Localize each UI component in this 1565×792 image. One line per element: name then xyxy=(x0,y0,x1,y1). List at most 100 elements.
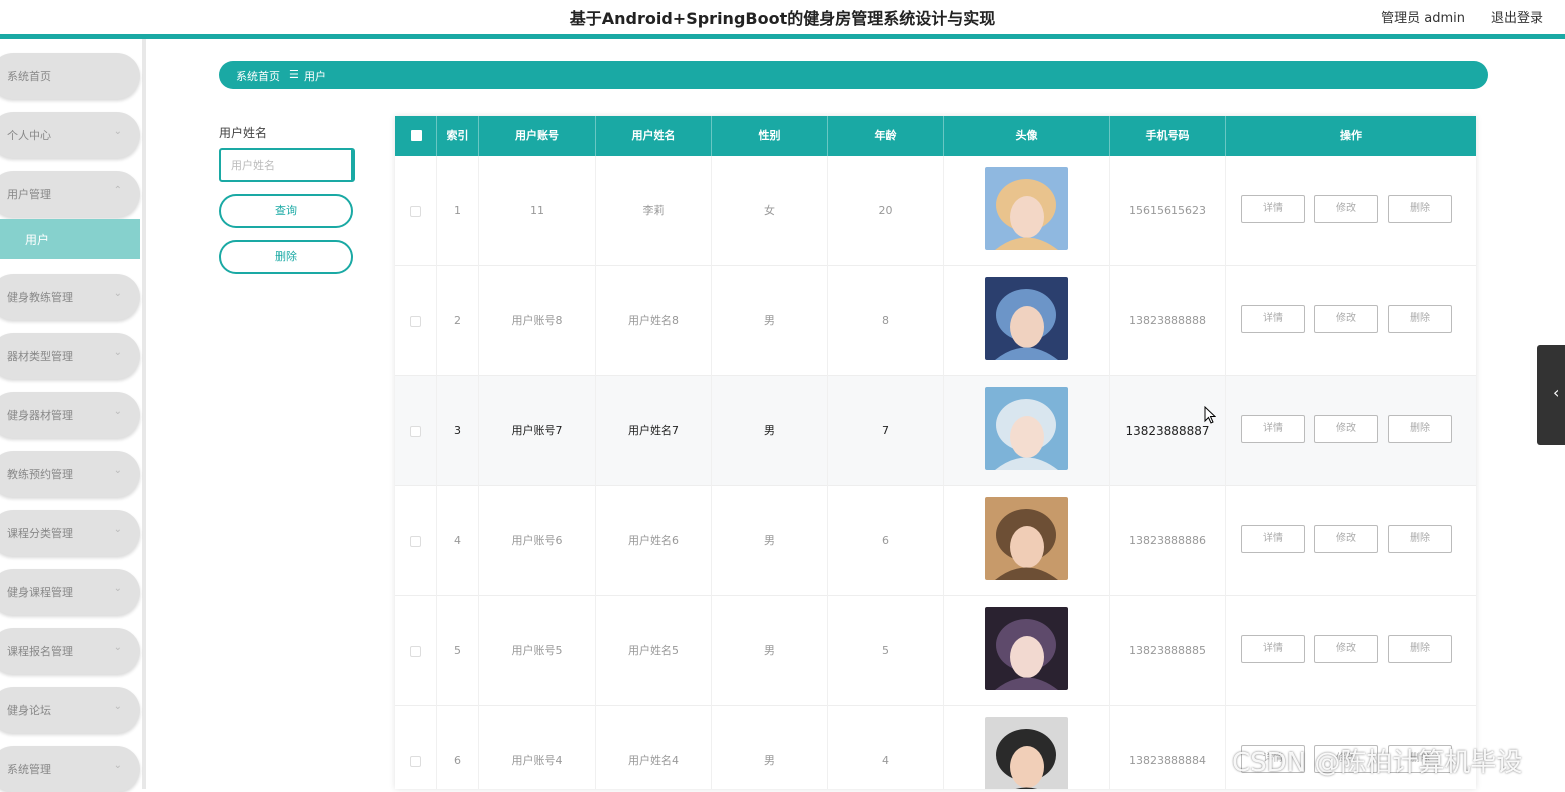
sidebar-item-course-signup[interactable]: 课程报名管理 ⌄ xyxy=(0,628,140,674)
column-header-index: 索引 xyxy=(437,116,479,156)
breadcrumb-separator-icon: ☰ xyxy=(289,68,299,81)
delete-button[interactable]: 删除 xyxy=(1388,305,1452,333)
edit-button[interactable]: 修改 xyxy=(1314,195,1378,223)
cell-index: 2 xyxy=(437,266,479,376)
sidebar-item-label: 用户管理 xyxy=(7,188,51,201)
cell-gender: 男 xyxy=(712,376,828,486)
sidebar-item-label: 个人中心 xyxy=(7,129,51,142)
mouse-cursor-icon xyxy=(1204,406,1216,424)
column-header-phone: 手机号码 xyxy=(1110,116,1226,156)
cell-gender: 男 xyxy=(712,266,828,376)
logout-link[interactable]: 退出登录 xyxy=(1491,7,1543,26)
row-checkbox[interactable] xyxy=(410,756,421,767)
watermark: CSDN @陈柏计算机毕设 xyxy=(1232,748,1523,778)
cell-gender: 男 xyxy=(712,486,828,596)
row-checkbox[interactable] xyxy=(410,646,421,657)
cell-name: 用户姓名6 xyxy=(596,486,712,596)
detail-button[interactable]: 详情 xyxy=(1241,305,1305,333)
cell-select xyxy=(395,596,437,706)
chevron-down-icon: ⌄ xyxy=(113,701,122,712)
edit-button[interactable]: 修改 xyxy=(1314,635,1378,663)
row-checkbox[interactable] xyxy=(410,426,421,437)
sidebar-item-label: 器材类型管理 xyxy=(7,350,73,363)
cell-index: 1 xyxy=(437,156,479,266)
search-input[interactable] xyxy=(219,148,355,182)
edit-button[interactable]: 修改 xyxy=(1314,305,1378,333)
breadcrumb: 系统首页 ☰ 用户 xyxy=(219,61,1488,89)
cell-select xyxy=(395,376,437,486)
chevron-left-icon: ‹ xyxy=(1553,383,1560,402)
search-label: 用户姓名 xyxy=(219,126,268,140)
cell-gender: 男 xyxy=(712,706,828,789)
cell-account: 用户账号6 xyxy=(479,486,596,596)
breadcrumb-home[interactable]: 系统首页 xyxy=(236,68,280,84)
sidebar-item-equipment-type[interactable]: 器材类型管理 ⌄ xyxy=(0,333,140,379)
sidebar-item-system-management[interactable]: 系统管理 ⌄ xyxy=(0,746,140,792)
cell-account: 用户账号4 xyxy=(479,706,596,789)
app-title: 基于Android+SpringBoot的健身房管理系统设计与实现 xyxy=(569,9,996,28)
sidebar-subitem-label: 用户 xyxy=(25,233,50,247)
sidebar-item-forum[interactable]: 健身论坛 ⌄ xyxy=(0,687,140,733)
delete-button[interactable]: 删除 xyxy=(1388,635,1452,663)
sidebar-item-coach-management[interactable]: 健身教练管理 ⌄ xyxy=(0,274,140,320)
detail-button[interactable]: 详情 xyxy=(1241,525,1305,553)
sidebar-item-label: 健身论坛 xyxy=(7,704,51,717)
sidebar-item-label: 教练预约管理 xyxy=(7,468,73,481)
sidebar-item-course-category[interactable]: 课程分类管理 ⌄ xyxy=(0,510,140,556)
cell-gender: 男 xyxy=(712,596,828,706)
batch-delete-button[interactable]: 删除 xyxy=(219,240,353,274)
detail-button[interactable]: 详情 xyxy=(1241,195,1305,223)
detail-button[interactable]: 详情 xyxy=(1241,635,1305,663)
column-header-avatar: 头像 xyxy=(944,116,1110,156)
column-header-actions: 操作 xyxy=(1340,129,1362,142)
edit-button[interactable]: 修改 xyxy=(1314,525,1378,553)
cell-age: 4 xyxy=(828,706,944,789)
cell-account: 用户账号8 xyxy=(479,266,596,376)
chevron-down-icon: ⌄ xyxy=(113,126,122,137)
avatar-image xyxy=(985,717,1068,789)
cell-phone: 13823888884 xyxy=(1110,706,1226,789)
sidebar-item-label: 课程分类管理 xyxy=(7,527,73,540)
row-checkbox[interactable] xyxy=(410,316,421,327)
sidebar-item-personal-center[interactable]: 个人中心 ⌄ xyxy=(0,112,140,158)
delete-button[interactable]: 删除 xyxy=(1388,525,1452,553)
cell-age: 8 xyxy=(828,266,944,376)
cell-index: 4 xyxy=(437,486,479,596)
row-checkbox[interactable] xyxy=(410,206,421,217)
sidebar-item-course-management[interactable]: 健身课程管理 ⌄ xyxy=(0,569,140,615)
cell-name: 用户姓名5 xyxy=(596,596,712,706)
row-checkbox[interactable] xyxy=(410,536,421,547)
chevron-down-icon: ⌄ xyxy=(113,760,122,771)
cell-select xyxy=(395,156,437,266)
cell-phone: 13823888885 xyxy=(1110,596,1226,706)
cell-phone: 13823888888 xyxy=(1110,266,1226,376)
select-all-checkbox[interactable] xyxy=(411,130,422,141)
sidebar-item-home[interactable]: 系统首页 xyxy=(0,53,140,99)
chevron-down-icon: ⌄ xyxy=(113,524,122,535)
sidebar-item-user-management[interactable]: 用户管理 ⌃ xyxy=(0,171,140,217)
column-header-account: 用户账号 xyxy=(479,116,596,156)
cell-name: 用户姓名7 xyxy=(596,376,712,486)
sidebar-item-label: 系统首页 xyxy=(7,70,51,83)
sidebar-item-label: 健身课程管理 xyxy=(7,586,73,599)
cell-phone: 13823888887 xyxy=(1110,376,1226,486)
delete-button[interactable]: 删除 xyxy=(1388,415,1452,443)
sidebar-item-coach-booking[interactable]: 教练预约管理 ⌄ xyxy=(0,451,140,497)
query-button[interactable]: 查询 xyxy=(219,194,353,228)
cell-account: 用户账号5 xyxy=(479,596,596,706)
cell-name: 用户姓名8 xyxy=(596,266,712,376)
sidebar-subitem-users[interactable]: 用户 xyxy=(0,219,140,259)
table-row: 4 用户账号6 用户姓名6 男 6 13823888886 详情 修改 删除 xyxy=(395,486,1476,596)
detail-button[interactable]: 详情 xyxy=(1241,415,1305,443)
cell-select xyxy=(395,486,437,596)
side-panel-toggle[interactable]: ‹ xyxy=(1537,345,1565,445)
table-row: 3 用户账号7 用户姓名7 男 7 13823888887 详情 修改 删除 xyxy=(395,376,1476,486)
cell-index: 3 xyxy=(437,376,479,486)
delete-button[interactable]: 删除 xyxy=(1388,195,1452,223)
cell-account: 11 xyxy=(479,156,596,266)
sidebar-item-equipment-management[interactable]: 健身器材管理 ⌄ xyxy=(0,392,140,438)
edit-button[interactable]: 修改 xyxy=(1314,415,1378,443)
avatar-image xyxy=(985,387,1068,470)
admin-label: 管理员 admin xyxy=(1381,11,1465,26)
chevron-down-icon: ⌄ xyxy=(113,288,122,299)
